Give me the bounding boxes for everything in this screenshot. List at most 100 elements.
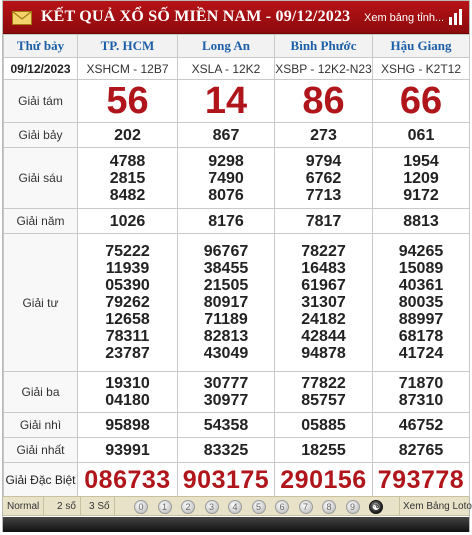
- prize-result-cell: 82765: [372, 437, 470, 463]
- digit-filter-8[interactable]: 8: [322, 500, 336, 514]
- winning-number: 83325: [203, 441, 249, 459]
- ticket-code: XSHG - K2T12: [372, 57, 470, 80]
- digit-filter-9[interactable]: 9: [345, 500, 360, 514]
- winning-number: 31307: [301, 294, 346, 311]
- envelope-icon: [12, 11, 32, 25]
- prize-result-cell: 793778: [372, 462, 470, 497]
- prize-result-cell: 867: [177, 122, 275, 148]
- province-long-an[interactable]: Long An: [177, 34, 275, 58]
- three-digit-mode-button[interactable]: 3 Số: [85, 497, 115, 516]
- prize-row: Giải năm 1026 8176 7817 8813: [3, 208, 470, 234]
- province-hau-giang[interactable]: Hậu Giang: [372, 34, 470, 58]
- prize-result-cell: 19310 04180: [77, 371, 178, 413]
- prize-result-cell: 56: [77, 79, 178, 123]
- winning-number: 1026: [109, 212, 146, 230]
- winning-number: 21505: [203, 277, 249, 294]
- prize-result-cell: 290156: [274, 462, 373, 497]
- winning-number: 86: [302, 80, 345, 122]
- results-widget: KẾT QUẢ XỔ SỐ MIỀN NAM - 09/12/2023 Xem …: [2, 0, 472, 532]
- prize-label: Giải nhất: [3, 437, 78, 463]
- winning-number: 18255: [301, 441, 346, 459]
- winning-number: 11939: [105, 260, 150, 277]
- digit-filter-1[interactable]: 1: [157, 500, 172, 514]
- winning-number: 15089: [398, 260, 444, 277]
- winning-number: 80917: [203, 294, 249, 311]
- header-bar: KẾT QUẢ XỔ SỐ MIỀN NAM - 09/12/2023 Xem …: [3, 1, 469, 34]
- prize-result-cell: 061: [372, 122, 470, 148]
- winning-number: 40361: [398, 277, 444, 294]
- prize-row: Giải tư 75222 11939 05390 79262 12658 78311 237…: [3, 233, 470, 372]
- winning-number: 05390: [105, 277, 150, 294]
- winning-number: 42844: [301, 328, 346, 345]
- winning-number: 05885: [301, 416, 346, 434]
- winning-number: 68178: [398, 328, 444, 345]
- prize-result-cell: 78227 16483 61967 31307 24182 42844 94878: [274, 233, 373, 372]
- winning-number: 12658: [105, 311, 150, 328]
- prize-label: Giải ba: [3, 371, 78, 413]
- winning-number: 41724: [398, 345, 444, 362]
- view-loto-table-link[interactable]: Xem Bảng Loto: [399, 497, 472, 516]
- two-digit-mode-button[interactable]: 2 số: [53, 497, 81, 516]
- prize-result-cell: 1954 1209 9172: [372, 147, 470, 209]
- winning-number: 9794: [305, 152, 342, 170]
- prize-label: Giải sáu: [3, 147, 78, 209]
- ticket-code: XSBP - 12K2-N23: [274, 57, 373, 80]
- prize-result-cell: 75222 11939 05390 79262 12658 78311 23787: [77, 233, 178, 372]
- ticket-code-row: 09/12/2023 XSHCM - 12B7 XSLA - 12K2 XSBP…: [3, 57, 470, 80]
- winning-number: 82813: [203, 328, 249, 345]
- prize-result-cell: 95898: [77, 412, 178, 438]
- bar-chart-icon[interactable]: [449, 9, 463, 25]
- province-hcm[interactable]: TP. HCM: [77, 34, 178, 58]
- prize-row: Giải nhất 93991 83325 18255 82765: [3, 437, 470, 463]
- view-province-table-link[interactable]: Xem bảng tỉnh...: [364, 12, 444, 24]
- prize-row: Giải bảy 202 867 273 061: [3, 122, 470, 148]
- winning-number: 82765: [398, 441, 444, 459]
- normal-mode-button[interactable]: Normal: [3, 497, 45, 516]
- digit-filter-4[interactable]: 4: [228, 500, 242, 514]
- prize-label: Giải năm: [3, 208, 78, 234]
- winning-number: 75222: [105, 243, 150, 260]
- winning-number: 96767: [203, 243, 249, 260]
- winning-number: 793778: [377, 465, 465, 494]
- winning-number: 61967: [301, 277, 346, 294]
- winning-number: 202: [114, 126, 141, 144]
- winning-number: 7713: [305, 186, 342, 204]
- winning-number: 80035: [398, 294, 444, 311]
- ticket-code: XSHCM - 12B7: [77, 57, 178, 80]
- winning-number: 87310: [398, 392, 444, 409]
- province-binh-phuoc[interactable]: Bình Phước: [274, 34, 373, 58]
- digit-filter-3[interactable]: 3: [204, 500, 219, 514]
- winning-number: 30977: [203, 392, 249, 409]
- winning-number: 1954: [403, 152, 439, 170]
- digit-filter-7[interactable]: 7: [298, 500, 313, 514]
- digit-filter-5[interactable]: 5: [251, 500, 266, 514]
- prize-label: Giải nhì: [3, 412, 78, 438]
- prize-result-cell: 96767 38455 21505 80917 71189 82813 43049: [177, 233, 275, 372]
- prize-row: Giải tám 56 14 86 66: [3, 79, 470, 123]
- prize-result-cell: 18255: [274, 437, 373, 463]
- winning-number: 4788: [109, 152, 146, 170]
- winning-number: 88997: [398, 311, 444, 328]
- page-title: KẾT QUẢ XỔ SỐ MIỀN NAM - 09/12/2023: [41, 8, 351, 25]
- winning-number: 30777: [203, 375, 249, 392]
- winning-number: 903175: [182, 465, 270, 494]
- prize-result-cell: 8176: [177, 208, 275, 234]
- prize-result-cell: 05885: [274, 412, 373, 438]
- winning-number: 9298: [208, 152, 244, 170]
- winning-number: 086733: [84, 465, 171, 494]
- winning-number: 6762: [305, 169, 342, 187]
- digit-filter-0[interactable]: 0: [134, 500, 148, 514]
- winning-number: 79262: [105, 294, 150, 311]
- digit-filter-2[interactable]: 2: [181, 500, 195, 514]
- winning-number: 94878: [301, 345, 346, 362]
- digit-filter-6[interactable]: 6: [275, 500, 289, 514]
- winning-number: 38455: [203, 260, 249, 277]
- prize-result-cell: 4788 2815 8482: [77, 147, 178, 209]
- prize-result-cell: 83325: [177, 437, 275, 463]
- prize-result-cell: 9298 7490 8076: [177, 147, 275, 209]
- winning-number: 2815: [109, 169, 146, 187]
- winning-number: 1209: [403, 169, 439, 187]
- prize-result-cell: 71870 87310: [372, 371, 470, 413]
- prize-result-cell: 86: [274, 79, 373, 123]
- yin-yang-icon[interactable]: ☯: [369, 500, 383, 514]
